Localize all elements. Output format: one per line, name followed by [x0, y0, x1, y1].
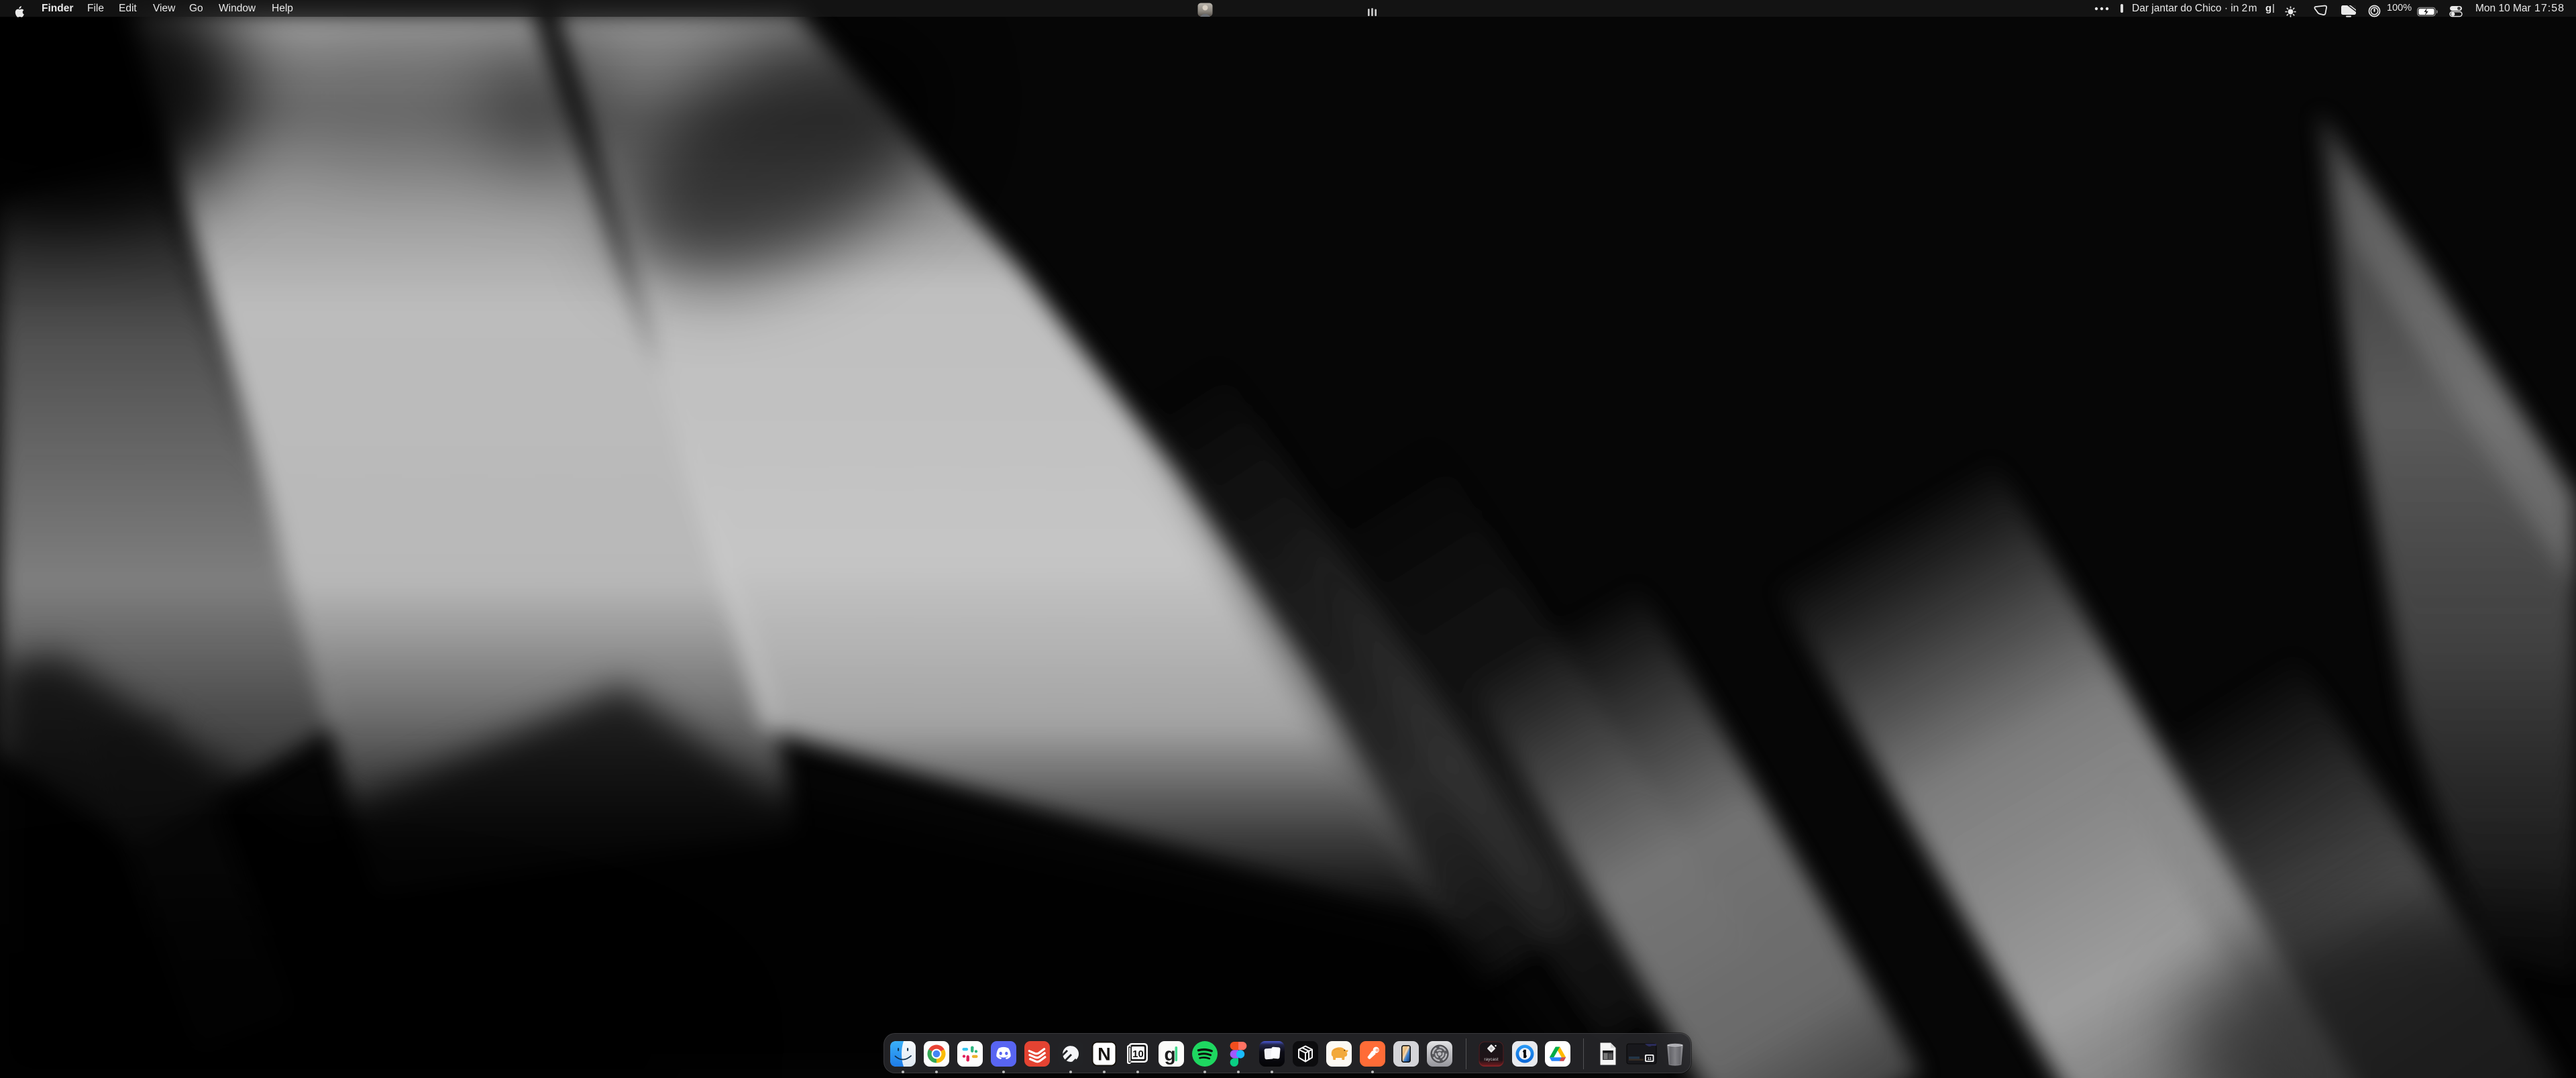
svg-text:raycast: raycast [1484, 1057, 1498, 1062]
svg-text:N: N [1097, 1044, 1111, 1065]
svg-text:g: g [1164, 1044, 1175, 1065]
svg-text:10: 10 [1132, 1048, 1144, 1060]
svg-text:11: 11 [1648, 1057, 1652, 1061]
